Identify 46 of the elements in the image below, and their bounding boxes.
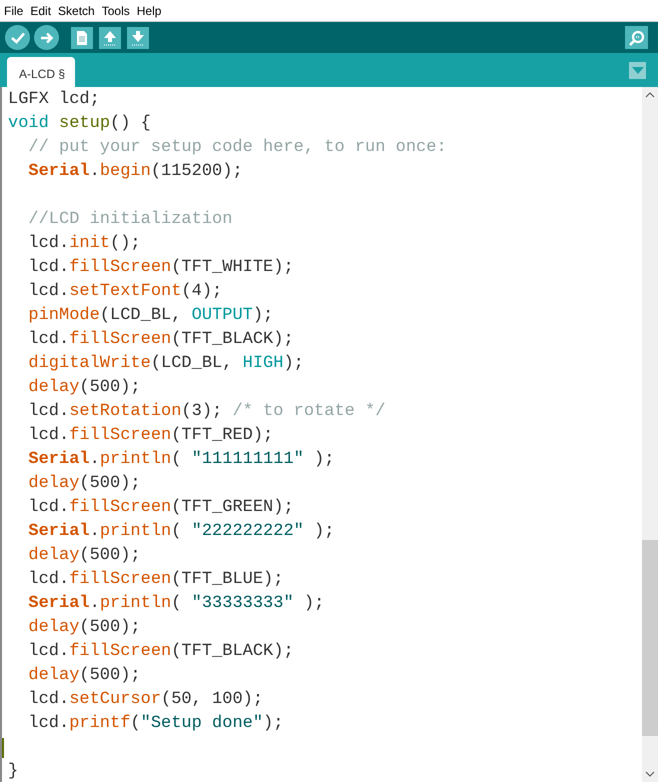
scroll-up-icon[interactable]	[645, 92, 655, 98]
upload-button[interactable]	[34, 25, 59, 50]
magnifier-icon	[626, 28, 646, 46]
menu-item[interactable]: Sketch	[58, 4, 95, 18]
code-line: pinMode(LCD_BL, OUTPUT);	[27, 306, 274, 325]
code-line: lcd.fillScreen(TFT_GREEN);	[27, 498, 294, 517]
code-line: delay(500);	[27, 546, 141, 565]
code-line: delay(500);	[27, 474, 141, 493]
code-line: // put your setup code here, to run once:	[27, 138, 447, 157]
code-line: lcd.printf("Setup done");	[27, 714, 284, 733]
code-line: //LCD initialization	[27, 210, 232, 229]
code-line: lcd.setRotation(3); /* to rotate */	[27, 402, 386, 421]
code-line: Serial.println( "222222222" );	[27, 522, 334, 541]
file-tab[interactable]: A-LCD §	[7, 57, 76, 87]
menu-item[interactable]: File	[4, 4, 24, 18]
scrollbar-thumb[interactable]	[642, 540, 658, 736]
new-button[interactable]	[71, 26, 93, 48]
code-line: lcd.fillScreen(TFT_BLACK);	[27, 642, 294, 661]
code-line: lcd.fillScreen(TFT_BLACK);	[27, 330, 294, 349]
code-line: LGFX lcd;	[8, 90, 100, 109]
open-button[interactable]	[99, 26, 121, 48]
code-line: delay(500);	[27, 618, 141, 637]
code-line: lcd.fillScreen(TFT_WHITE);	[27, 258, 294, 277]
code-line: void setup() {	[8, 114, 151, 133]
code-line: lcd.init();	[27, 234, 141, 253]
scroll-down-icon[interactable]	[645, 771, 655, 777]
menu-item[interactable]: Help	[136, 4, 162, 18]
code-line: lcd.setTextFont(4);	[27, 282, 222, 301]
caret-icon	[632, 66, 644, 74]
code-line: lcd.fillScreen(TFT_BLUE);	[27, 570, 284, 589]
scrollbar[interactable]	[642, 87, 658, 782]
verify-button[interactable]	[5, 25, 30, 50]
code-line: delay(500);	[27, 666, 141, 685]
arrow-up-icon	[101, 28, 119, 46]
code-line: digitalWrite(LCD_BL, HIGH);	[27, 354, 304, 373]
code-line: Serial.begin(115200);	[27, 162, 243, 181]
code-line: lcd.setCursor(50, 100);	[27, 690, 264, 709]
code-line: Serial.println( "111111111" );	[27, 450, 334, 469]
arrow-down-icon	[129, 28, 147, 46]
save-button[interactable]	[127, 26, 149, 48]
code-line: }	[8, 762, 18, 781]
menu-item[interactable]: Tools	[102, 4, 130, 18]
code-line: lcd.fillScreen(TFT_RED);	[27, 426, 274, 445]
code-line: delay(500);	[27, 378, 141, 397]
menu-item[interactable]: Edit	[30, 4, 52, 18]
code-line: Serial.println( "33333333" );	[27, 594, 324, 613]
